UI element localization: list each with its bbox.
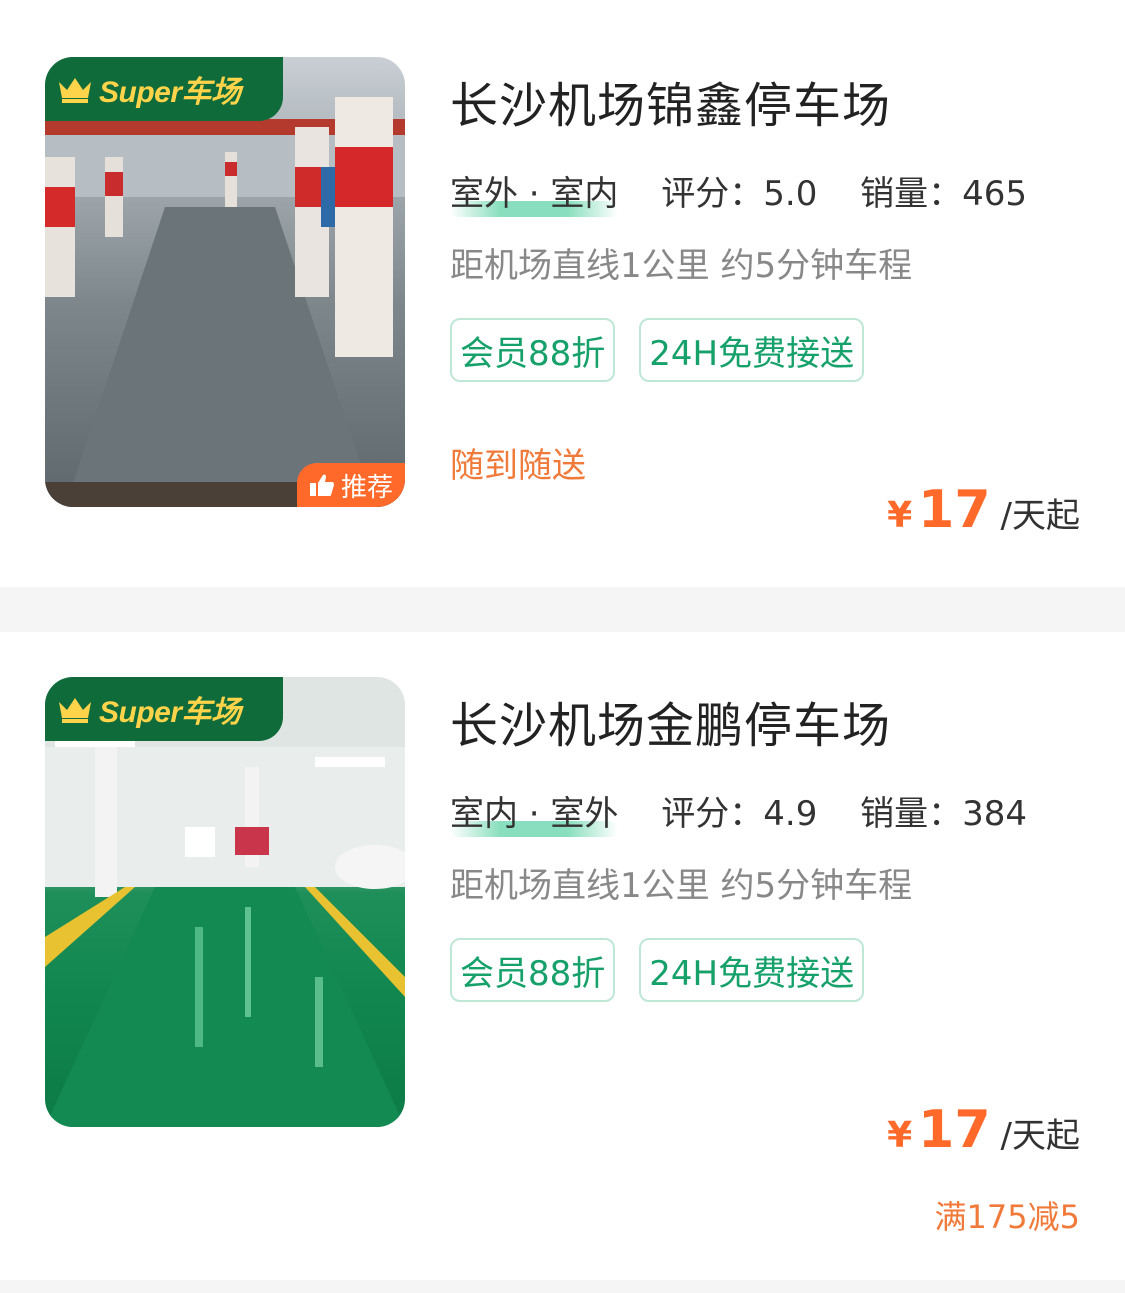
listing-meta: 室外 · 室内 评分：5.0 销量：465 (450, 166, 1027, 217)
price: ¥ 17 /天起 (887, 1100, 1080, 1160)
garage-image (45, 57, 405, 507)
price-amount: 17 (918, 480, 991, 540)
super-parking-badge: Super车场 (45, 57, 283, 121)
price-amount: 17 (918, 1100, 991, 1160)
parking-listing-card[interactable]: Super车场 推荐 长沙机场锦鑫停车场 室外 · 室内 评分：5.0 销量：4… (0, 0, 1125, 587)
rating-label: 评分： (661, 794, 764, 834)
feature-tags: 会员88折 24H免费接送 (450, 318, 865, 382)
super-badge-label: Super车场 (99, 696, 241, 729)
tag-member-discount: 会员88折 (450, 318, 616, 382)
super-badge-label: Super车场 (99, 76, 241, 109)
rating: 评分：4.9 (661, 794, 817, 834)
rating-value: 4.9 (763, 794, 818, 834)
parking-types-label: 室外 · 室内 (450, 174, 619, 214)
tag-member-discount: 会员88折 (450, 938, 616, 1002)
parking-listing-card[interactable]: Super车场 长沙机场金鹏停车场 室内 · 室外 评分：4.9 销量：384 … (0, 632, 1125, 1280)
sales: 销量：465 (860, 174, 1027, 214)
recommend-badge: 推荐 (297, 463, 405, 507)
parking-types-label: 室内 · 室外 (450, 794, 619, 834)
rating: 评分：5.0 (661, 174, 817, 214)
distance-info: 距机场直线1公里 约5分钟车程 (450, 246, 913, 286)
delivery-note: 随到随送 (450, 446, 586, 486)
parking-lot-photo[interactable]: Super车场 (45, 677, 405, 1127)
price-unit: /天起 (1000, 496, 1080, 536)
currency-symbol: ¥ (887, 1115, 913, 1156)
price-unit: /天起 (1000, 1116, 1080, 1156)
parking-lot-name[interactable]: 长沙机场金鹏停车场 (450, 686, 891, 756)
sales-value: 465 (962, 174, 1028, 214)
parking-lot-name[interactable]: 长沙机场锦鑫停车场 (450, 66, 891, 136)
feature-tags: 会员88折 24H免费接送 (450, 938, 865, 1002)
promo-discount: 满175减5 (934, 1198, 1080, 1236)
currency-symbol: ¥ (887, 495, 913, 536)
parking-lot-photo[interactable]: Super车场 推荐 (45, 57, 405, 507)
sales-label: 销量： (860, 174, 963, 214)
garage-image (45, 677, 405, 1127)
price: ¥ 17 /天起 (887, 480, 1080, 540)
tag-free-shuttle: 24H免费接送 (639, 938, 865, 1002)
thumbs-up-icon (309, 474, 334, 496)
parking-types: 室内 · 室外 (450, 786, 619, 837)
super-parking-badge: Super车场 (45, 677, 283, 741)
parking-types: 室外 · 室内 (450, 166, 619, 217)
tag-free-shuttle: 24H免费接送 (639, 318, 865, 382)
crown-icon (59, 698, 91, 723)
crown-icon (59, 78, 91, 103)
sales: 销量：384 (860, 794, 1027, 834)
rating-label: 评分： (661, 174, 764, 214)
sales-value: 384 (962, 794, 1028, 834)
sales-label: 销量： (860, 794, 963, 834)
distance-info: 距机场直线1公里 约5分钟车程 (450, 866, 913, 906)
listing-meta: 室内 · 室外 评分：4.9 销量：384 (450, 786, 1027, 837)
recommend-label: 推荐 (340, 472, 393, 503)
rating-value: 5.0 (763, 174, 818, 214)
